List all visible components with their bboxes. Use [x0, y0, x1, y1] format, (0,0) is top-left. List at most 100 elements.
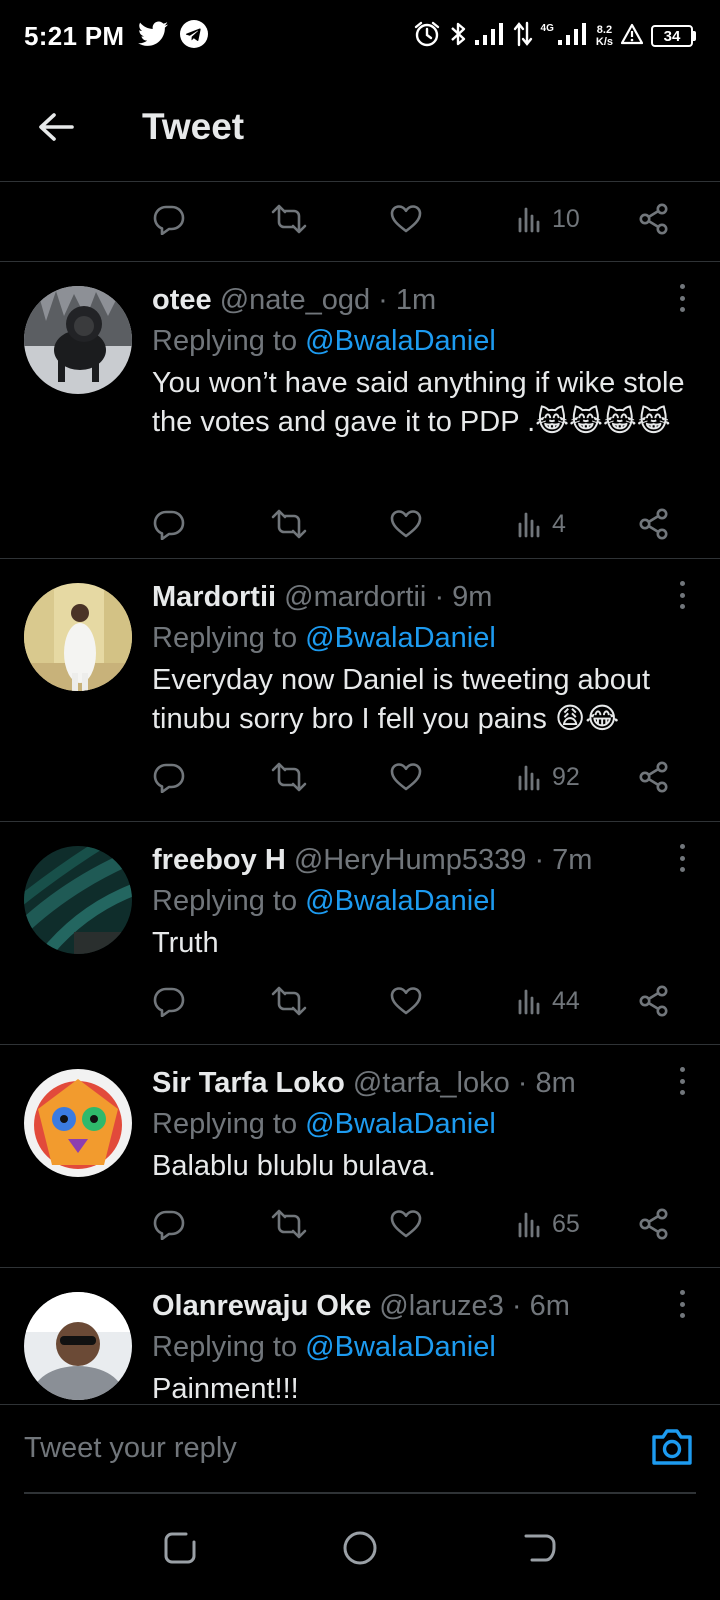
tweet-time[interactable]: 8m	[536, 1067, 576, 1099]
display-name[interactable]: Sir Tarfa Loko	[152, 1067, 345, 1099]
views-count: 92	[552, 762, 580, 791]
camera-button[interactable]	[650, 1427, 694, 1467]
views-button[interactable]: 10	[518, 197, 580, 241]
reply-button[interactable]	[153, 1202, 185, 1246]
heart-icon	[390, 509, 422, 539]
tweet-time[interactable]: 7m	[552, 844, 592, 876]
mention-link[interactable]: @BwalaDaniel	[305, 1331, 496, 1363]
reply-composer: Tweet your reply	[0, 1404, 720, 1490]
reply-tweet[interactable]: Olanrewaju Oke @laruze3 · 6m Replying to…	[0, 1268, 720, 1404]
views-count: 4	[552, 509, 566, 538]
display-name[interactable]: otee	[152, 284, 212, 316]
replies-feed[interactable]: 10 otee @nate_ogd · 1m Replying to @Bwal…	[0, 182, 720, 1404]
avatar[interactable]	[24, 1292, 132, 1400]
like-button[interactable]	[390, 1202, 422, 1246]
more-options-button[interactable]	[672, 844, 692, 872]
views-button[interactable]: 65	[518, 1202, 580, 1246]
bluetooth-icon	[449, 20, 467, 53]
separator-dot: ·	[378, 284, 388, 316]
replying-to-prefix: Replying to	[152, 885, 298, 917]
action-row: 44	[0, 979, 720, 1023]
share-icon	[638, 203, 670, 235]
tweet-header: Sir Tarfa Loko @tarfa_loko · 8m	[152, 1063, 700, 1103]
mention-link[interactable]: @BwalaDaniel	[305, 622, 496, 654]
share-button[interactable]	[638, 979, 670, 1023]
replying-to: Replying to @BwalaDaniel	[152, 617, 700, 659]
views-button[interactable]: 44	[518, 979, 580, 1023]
more-options-button[interactable]	[672, 1067, 692, 1095]
reply-tweet[interactable]: Sir Tarfa Loko @tarfa_loko · 8m Replying…	[0, 1045, 720, 1268]
views-icon	[518, 987, 544, 1015]
reply-button[interactable]	[153, 197, 185, 241]
home-button[interactable]	[340, 1528, 380, 1568]
battery-tip	[693, 31, 696, 41]
reply-button[interactable]	[153, 755, 185, 799]
avatar[interactable]	[24, 846, 132, 954]
more-options-button[interactable]	[672, 284, 692, 312]
retweet-icon	[271, 1208, 307, 1240]
recents-button[interactable]	[160, 1528, 200, 1568]
user-handle[interactable]: @mardortii	[284, 581, 426, 613]
views-button[interactable]: 92	[518, 755, 580, 799]
tweet-text: Everyday now Daniel is tweeting about ti…	[152, 664, 651, 735]
alarm-icon	[413, 20, 441, 53]
network-type: 4G	[540, 22, 554, 34]
display-name[interactable]: Mardortii	[152, 581, 276, 613]
mention-link[interactable]: @BwalaDaniel	[305, 325, 496, 357]
views-icon	[518, 1210, 544, 1238]
more-options-button[interactable]	[672, 581, 692, 609]
network-speed-value: 8.2	[596, 24, 613, 36]
retweet-button[interactable]	[271, 502, 307, 546]
user-handle[interactable]: @HeryHump5339	[294, 844, 527, 876]
replying-to-prefix: Replying to	[152, 325, 298, 357]
user-handle[interactable]: @nate_ogd	[220, 284, 370, 316]
tweet-time[interactable]: 1m	[396, 284, 436, 316]
like-button[interactable]	[390, 979, 422, 1023]
tweet-time[interactable]: 6m	[530, 1290, 570, 1322]
reply-icon	[153, 985, 185, 1017]
system-back-button[interactable]	[520, 1528, 560, 1568]
display-name[interactable]: Olanrewaju Oke	[152, 1290, 371, 1322]
more-options-button[interactable]	[672, 1290, 692, 1318]
replying-to-prefix: Replying to	[152, 622, 298, 654]
retweet-button[interactable]	[271, 197, 307, 241]
views-button[interactable]: 4	[518, 502, 566, 546]
mention-link[interactable]: @BwalaDaniel	[305, 885, 496, 917]
reply-tweet[interactable]: freeboy H @HeryHump5339 · 7m Replying to…	[0, 822, 720, 1045]
like-button[interactable]	[390, 197, 422, 241]
like-button[interactable]	[390, 755, 422, 799]
heart-icon	[390, 762, 422, 792]
user-handle[interactable]: @laruze3	[379, 1290, 504, 1322]
reply-input[interactable]: Tweet your reply	[24, 1405, 624, 1491]
reply-tweet[interactable]: otee @nate_ogd · 1m Replying to @BwalaDa…	[0, 262, 720, 559]
avatar[interactable]	[24, 1069, 132, 1177]
battery-level: 34	[651, 25, 693, 47]
reply-button[interactable]	[153, 502, 185, 546]
tweet-header: Olanrewaju Oke @laruze3 · 6m	[152, 1286, 700, 1326]
share-button[interactable]	[638, 197, 670, 241]
camera-icon	[652, 1429, 692, 1465]
arrow-left-icon	[39, 112, 74, 141]
separator-dot: ·	[534, 844, 545, 876]
reply-button[interactable]	[153, 979, 185, 1023]
retweet-button[interactable]	[271, 755, 307, 799]
retweet-button[interactable]	[271, 979, 307, 1023]
reply-tweet[interactable]: Mardortii @mardortii · 9m Replying to @B…	[0, 559, 720, 822]
user-handle[interactable]: @tarfa_loko	[353, 1067, 510, 1099]
avatar[interactable]	[24, 286, 132, 394]
share-button[interactable]	[638, 755, 670, 799]
share-icon	[638, 985, 670, 1017]
like-button[interactable]	[390, 502, 422, 546]
avatar[interactable]	[24, 583, 132, 691]
system-nav-bar	[0, 1494, 720, 1600]
display-name[interactable]: freeboy H	[152, 844, 286, 876]
retweet-button[interactable]	[271, 1202, 307, 1246]
mention-link[interactable]: @BwalaDaniel	[305, 1108, 496, 1140]
back-button[interactable]	[26, 97, 86, 157]
home-circle-icon	[343, 1531, 377, 1565]
tweet-text: You won’t have said anything if wike sto…	[152, 367, 685, 438]
separator-dot: ·	[434, 581, 445, 613]
share-button[interactable]	[638, 1202, 670, 1246]
tweet-time[interactable]: 9m	[452, 581, 492, 613]
share-button[interactable]	[638, 502, 670, 546]
